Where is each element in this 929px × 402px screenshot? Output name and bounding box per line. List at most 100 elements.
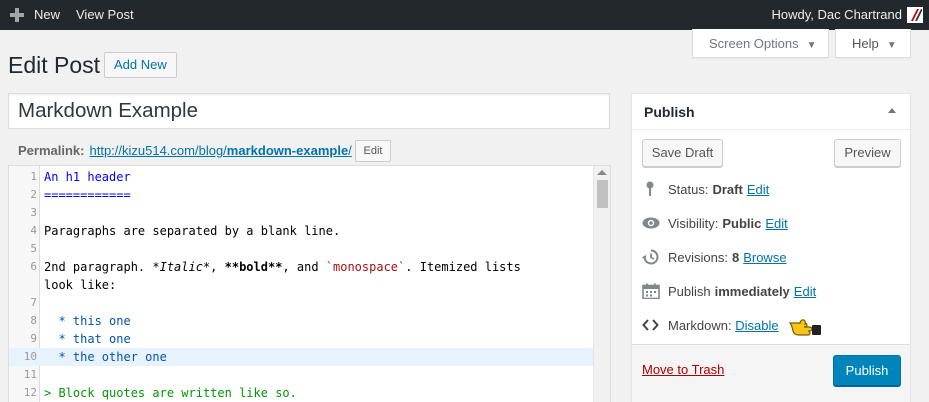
markdown-disable-link[interactable]: Disable (735, 318, 778, 333)
permalink-slug: markdown-example (226, 143, 349, 158)
monospace-segment: `monospace` (325, 260, 406, 274)
caret-down-icon: ▼ (886, 40, 897, 51)
status-edit-link[interactable]: Edit (747, 182, 769, 197)
editor-line: 1 An h1 header (9, 168, 594, 186)
publish-button[interactable]: Publish (833, 355, 901, 386)
line-number: 2 (30, 188, 37, 201)
revisions-label: Revisions: (668, 249, 728, 265)
new-label: New (34, 7, 61, 22)
permalink-edit-button[interactable]: Edit (355, 140, 391, 162)
text-segment: , (210, 260, 225, 274)
editor-line-active: 10 * the other one (9, 348, 594, 366)
eye-icon (642, 215, 662, 231)
line-number: 8 (30, 314, 37, 327)
editor-line: 3 (9, 204, 594, 222)
permalink: Permalink: http://kizu514.com/blog/markd… (18, 143, 352, 158)
editor-line: look like: (9, 276, 594, 294)
line-number: 3 (30, 206, 37, 219)
editor-line: 7 (9, 294, 594, 312)
editor-line: 12 > Block quotes are written like so. (9, 384, 594, 402)
line-number: 10 (23, 350, 37, 363)
markdown-row: Markdown: Disable (642, 315, 779, 335)
text-segment: , and (282, 260, 326, 274)
revisions-value: 8 (731, 249, 740, 265)
line-text: look like: (44, 278, 117, 292)
move-to-trash-link[interactable]: Move to Trash (642, 362, 724, 377)
text-segment: . Itemized lists (405, 260, 521, 274)
line-number: 9 (30, 332, 37, 345)
line-text: Paragraphs are separated by a blank line… (44, 224, 341, 238)
line-text: ============ (44, 188, 131, 202)
revisions-icon (641, 249, 662, 265)
status-value: Draft (712, 181, 743, 197)
permalink-url[interactable]: http://kizu514.com/blog/markdown-example… (89, 143, 351, 158)
line-number: 4 (30, 224, 37, 237)
screen-options-label: Screen Options (709, 36, 799, 51)
preview-button[interactable]: Preview (834, 139, 901, 167)
publish-date-label: Publish (668, 283, 711, 299)
help-label: Help (852, 36, 879, 51)
scroll-up-icon[interactable] (597, 170, 607, 175)
visibility-edit-link[interactable]: Edit (765, 216, 787, 231)
bold-segment: **bold** (224, 260, 283, 274)
status-label: Status: (668, 181, 709, 197)
editor-line: 4 Paragraphs are separated by a blank li… (9, 222, 594, 240)
permalink-base: http://kizu514.com/blog/ (89, 143, 227, 158)
line-text: * that one (44, 332, 131, 346)
line-text: > Block quotes are written like so. (44, 386, 297, 400)
admin-bar: New View Post Howdy, Dac Chartrand (0, 0, 929, 30)
line-number: 5 (30, 242, 37, 255)
line-number: 6 (30, 260, 37, 273)
line-number: 1 (30, 170, 37, 183)
status-row: Status: Draft Edit (642, 179, 769, 199)
post-title-input[interactable]: Markdown Example (8, 93, 610, 129)
publish-box-header[interactable]: Publish (632, 94, 910, 130)
editor-line: 8 * this one (9, 312, 594, 330)
save-draft-button[interactable]: Save Draft (642, 139, 723, 167)
line-text: 2nd paragraph. *Italic*, **bold**, and `… (44, 258, 521, 276)
line-text: * this one (44, 314, 131, 328)
view-post-link[interactable]: View Post (76, 0, 134, 30)
code-icon (642, 317, 662, 333)
add-new-button[interactable]: Add New (104, 52, 177, 78)
line-number: 7 (30, 296, 37, 309)
editor-line: 11 (9, 366, 594, 384)
visibility-value: Public (722, 215, 762, 231)
screen-options-tab[interactable]: Screen Options ▼ (692, 29, 829, 58)
publish-date-value: immediately (714, 283, 790, 299)
text-segment: 2nd paragraph. (44, 260, 153, 274)
new-menu[interactable]: New (10, 0, 60, 30)
help-tab[interactable]: Help ▼ (835, 29, 911, 58)
line-number: 12 (23, 386, 37, 399)
markdown-editor[interactable]: 1 An h1 header 2 ============ 3 4 Paragr… (8, 165, 611, 402)
editor-line: 2 ============ (9, 186, 594, 204)
revisions-browse-link[interactable]: Browse (743, 250, 786, 265)
publish-box-title: Publish (644, 104, 695, 120)
permalink-label: Permalink: (18, 143, 85, 158)
permalink-trailing: / (348, 143, 352, 158)
visibility-row: Visibility: Public Edit (642, 213, 788, 233)
editor-line: 6 2nd paragraph. *Italic*, **bold**, and… (9, 258, 594, 276)
pin-icon (642, 181, 662, 197)
publish-date-edit-link[interactable]: Edit (794, 284, 816, 299)
publish-date-row: Publish immediately Edit (642, 281, 816, 301)
caret-down-icon: ▼ (806, 40, 817, 51)
markdown-label: Markdown: (668, 317, 732, 333)
plus-icon (10, 8, 24, 22)
editor-scrollbar[interactable] (593, 166, 610, 402)
visibility-label: Visibility: (668, 215, 719, 231)
italic-segment: *Italic* (152, 260, 211, 274)
scroll-thumb[interactable] (597, 180, 608, 208)
editor-line: 9 * that one (9, 330, 594, 348)
line-number: 11 (23, 368, 37, 381)
avatar[interactable] (907, 7, 923, 23)
account-menu[interactable]: Howdy, Dac Chartrand (771, 0, 902, 30)
line-text: An h1 header (44, 170, 131, 184)
line-text: * the other one (44, 350, 167, 364)
calendar-icon (642, 283, 662, 300)
publish-box-footer: Move to Trash Publish (632, 344, 910, 402)
page-title: Edit Post (8, 52, 101, 78)
revisions-row: Revisions: 8 Browse (641, 247, 787, 267)
publish-box: Publish Save Draft Preview Status: Draft… (631, 93, 911, 402)
collapse-arrow-icon[interactable] (888, 108, 896, 113)
